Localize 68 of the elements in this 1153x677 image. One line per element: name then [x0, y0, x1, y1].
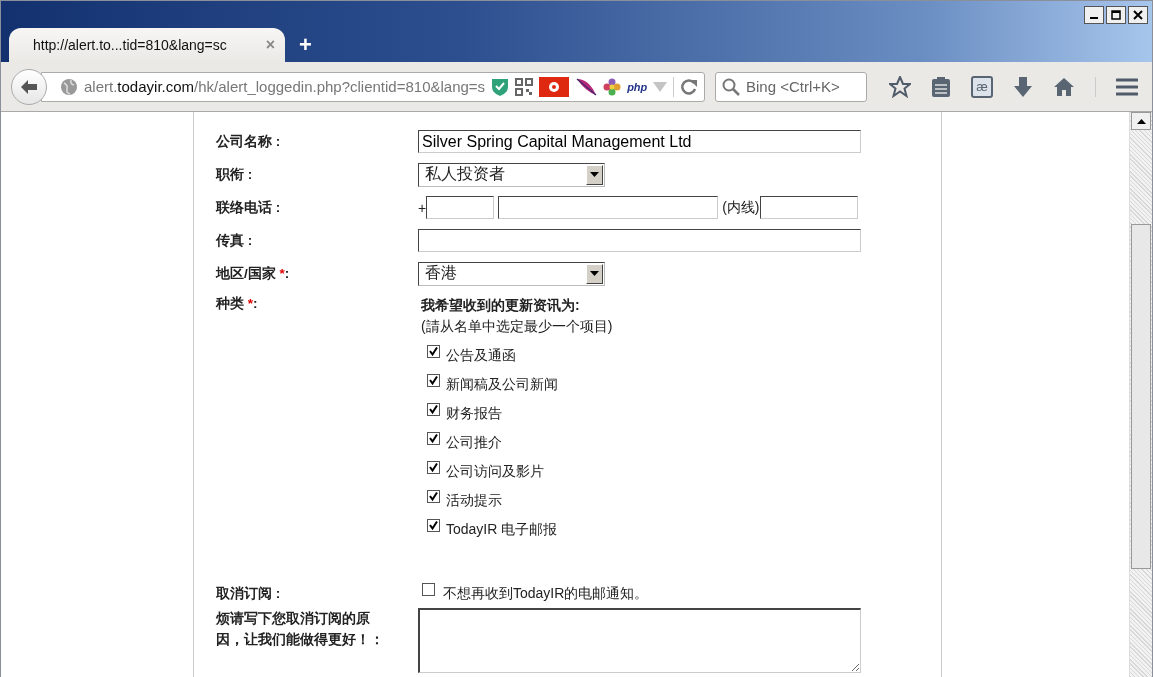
- home-icon[interactable]: [1053, 76, 1075, 97]
- minimize-icon: [1090, 17, 1098, 19]
- flag-icon[interactable]: [539, 76, 570, 97]
- shield-icon[interactable]: [491, 76, 510, 97]
- back-arrow-icon: [20, 78, 38, 95]
- minimize-button[interactable]: [1084, 6, 1104, 24]
- field-label: 取消订阅 :: [216, 584, 282, 603]
- menu-icon[interactable]: [1116, 77, 1138, 96]
- checkbox[interactable]: [427, 403, 440, 416]
- maximize-icon: [1111, 10, 1121, 20]
- checkbox[interactable]: [422, 583, 435, 596]
- checkbox-label: 活动提示: [446, 491, 502, 510]
- new-tab-button[interactable]: +: [299, 34, 312, 56]
- browser-tab[interactable]: http://alert.to...tid=810&lang=sc ×: [9, 28, 285, 62]
- checkbox[interactable]: [427, 432, 440, 445]
- flower-icon[interactable]: [603, 77, 622, 96]
- checkbox-label: TodayIR 电子邮报: [446, 520, 558, 539]
- checkbox[interactable]: [427, 519, 440, 532]
- field-label: 联络电话 :: [216, 198, 282, 217]
- plus-sign: +: [418, 199, 427, 216]
- text-field[interactable]: [418, 229, 861, 252]
- checkbox-label: 不想再收到TodayIR的电邮通知。: [443, 584, 649, 603]
- dropdown[interactable]: 私人投资者: [418, 162, 605, 187]
- dropdown[interactable]: 香港: [418, 261, 605, 286]
- close-icon: [1133, 10, 1143, 20]
- field-label: 职衔 :: [216, 165, 254, 184]
- globe-icon: [60, 77, 78, 96]
- checkbox[interactable]: [427, 345, 440, 358]
- qr-code-icon[interactable]: [515, 77, 534, 96]
- checkbox-label: 公司访问及影片: [446, 462, 544, 481]
- text-field[interactable]: Silver Spring Capital Management Ltd: [418, 130, 861, 153]
- address-bar[interactable]: alert.todayir.com/hk/alert_loggedin.php?clientid=810&lang=s php: [41, 71, 705, 102]
- close-button[interactable]: [1128, 6, 1148, 24]
- country-code-field[interactable]: [426, 196, 495, 219]
- reading-list-icon[interactable]: [931, 75, 951, 98]
- scrollbar[interactable]: [1129, 112, 1152, 677]
- reason-text-area[interactable]: [418, 608, 861, 673]
- field-label: 公司名称 :: [216, 132, 282, 151]
- checkbox[interactable]: [427, 374, 440, 387]
- bookmark-star-icon[interactable]: [889, 75, 911, 98]
- checkbox-label: 财务报告: [446, 404, 502, 423]
- maximize-button[interactable]: [1106, 6, 1126, 24]
- search-field[interactable]: Bing <Ctrl+K>: [746, 78, 856, 95]
- checkbox-label: 公司推介: [446, 433, 502, 452]
- dictionary-button[interactable]: æ: [971, 75, 993, 98]
- dropdown-arrow-icon: [590, 172, 599, 177]
- search-box[interactable]: Bing <Ctrl+K>: [715, 71, 867, 102]
- search-icon: [722, 77, 740, 96]
- section-heading: 我希望收到的更新资讯为:: [421, 297, 581, 315]
- reload-icon[interactable]: [680, 77, 699, 96]
- checkbox[interactable]: [427, 461, 440, 474]
- field-label: 地区/国家 *:: [216, 264, 291, 283]
- download-icon[interactable]: [1013, 75, 1033, 98]
- field-label: 种类 *:: [216, 295, 259, 313]
- phone-number-field[interactable]: [498, 196, 719, 219]
- hint-text: (請从名单中选定最少一个项目): [421, 318, 613, 336]
- scroll-up-icon[interactable]: [1136, 118, 1146, 124]
- extension-field[interactable]: [759, 196, 858, 219]
- checkbox-label: 新闻稿及公司新闻: [446, 375, 558, 394]
- dropdown-arrow-icon: [590, 271, 599, 276]
- checkbox[interactable]: [427, 490, 440, 503]
- back-button[interactable]: [11, 68, 47, 105]
- php-label[interactable]: php: [627, 80, 648, 93]
- extension-label: (内线): [722, 198, 760, 217]
- field-label: 传真 :: [216, 231, 254, 250]
- checkbox-label: 公告及通函: [446, 346, 516, 365]
- field-label: 烦请写下您取消订阅的原因，让我们能做得更好！：: [216, 610, 385, 649]
- feather-icon[interactable]: [575, 76, 598, 97]
